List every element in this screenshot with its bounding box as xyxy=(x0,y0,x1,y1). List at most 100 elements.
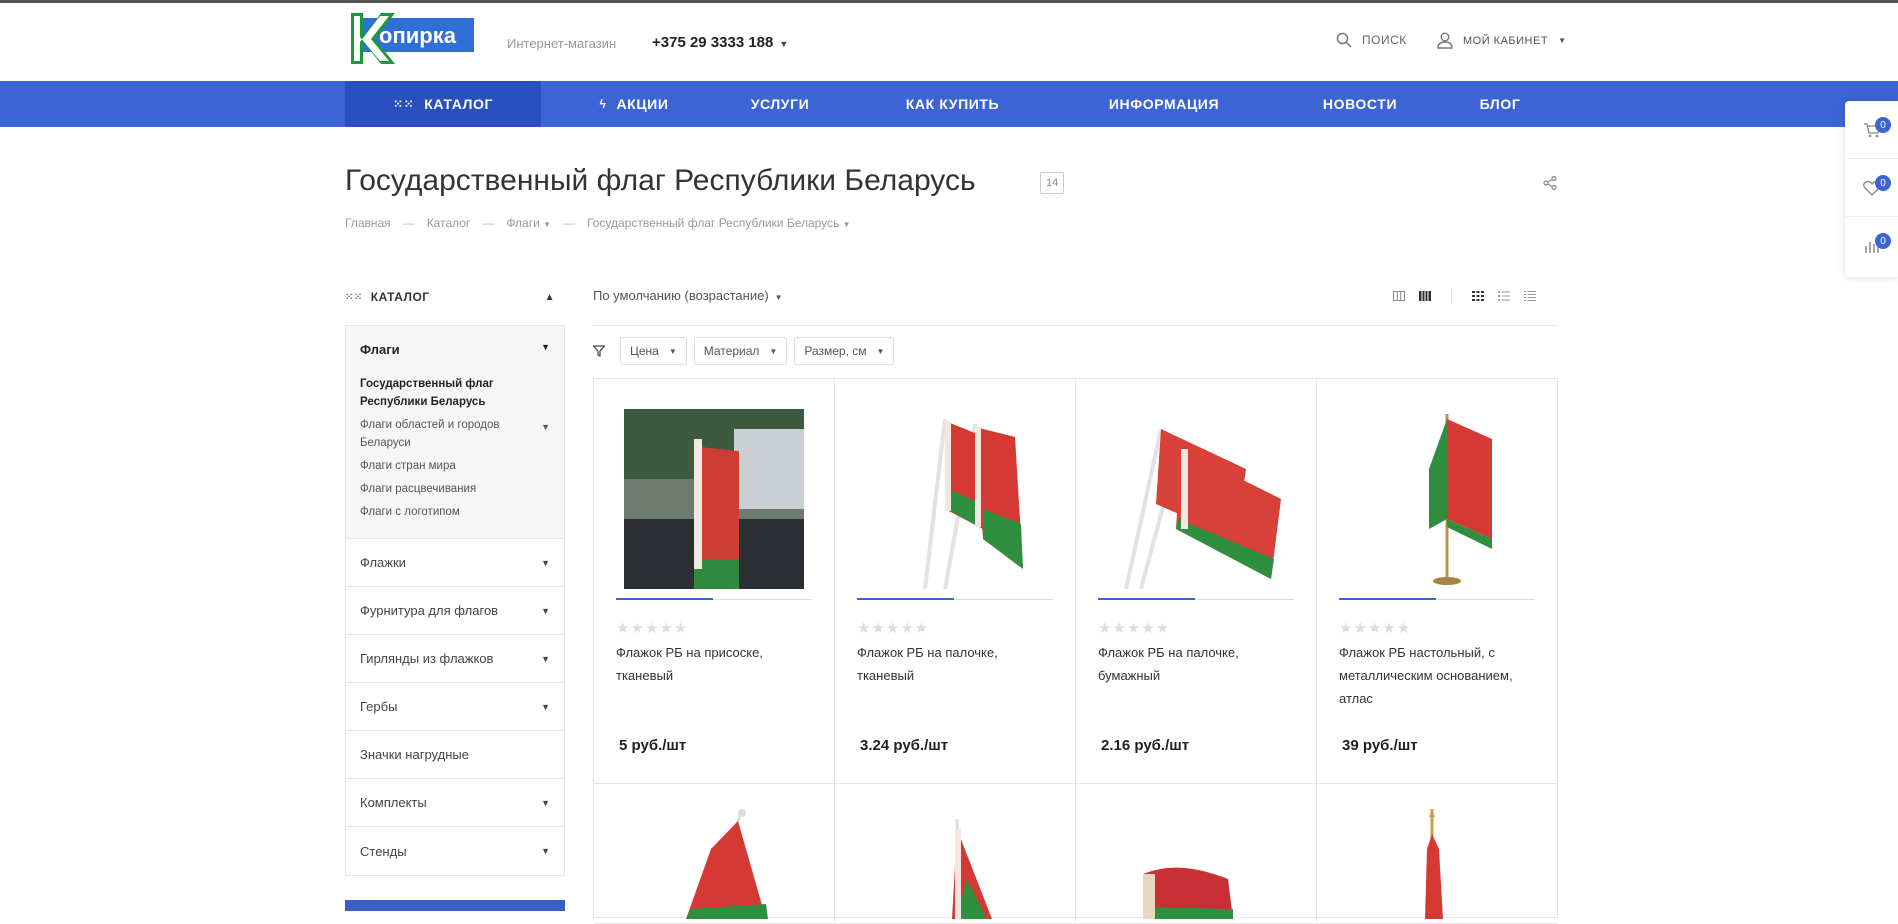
wishlist-button[interactable]: 0 xyxy=(1845,159,1898,217)
sidebar-item-garlands[interactable]: Гирлянды из флажков ▼ xyxy=(346,635,564,683)
submenu-logo-flags[interactable]: Флаги с логотипом xyxy=(360,503,550,521)
user-icon xyxy=(1437,32,1453,49)
logo[interactable]: опирка xyxy=(349,11,476,66)
submenu-state-flag[interactable]: Государственный флаг Республики Беларусь xyxy=(360,375,550,411)
my-cabinet-button[interactable]: МОЙ КАБИНЕТ ▼ xyxy=(1437,32,1566,49)
submenu-world-flags[interactable]: Флаги стран мира xyxy=(360,457,550,475)
cart-button[interactable]: 0 xyxy=(1845,101,1898,159)
image-slider-indicator xyxy=(1098,598,1294,600)
submenu-regions-flags[interactable]: Флаги областей и городов Беларуси ▼ xyxy=(360,416,550,452)
image-slider-indicator xyxy=(1339,598,1535,600)
breadcrumb: Главная — Каталог — Флаги ▼ — Государств… xyxy=(345,216,851,230)
nav-label: КАК КУПИТЬ xyxy=(905,96,1000,112)
sidebar-item-flazhki[interactable]: Флажки ▼ xyxy=(346,539,564,587)
filter-size[interactable]: Размер, см ▼ xyxy=(794,337,895,365)
view-3col-icon[interactable] xyxy=(1393,291,1405,301)
product-card[interactable] xyxy=(1317,784,1558,924)
sidebar-item-kits[interactable]: Комплекты ▼ xyxy=(346,779,564,827)
product-image xyxy=(686,809,768,919)
page-title: Государственный флаг Республики Беларусь xyxy=(345,164,976,197)
product-image[interactable] xyxy=(1339,409,1535,589)
breadcrumb-home[interactable]: Главная xyxy=(345,216,391,230)
product-card[interactable]: ★★★★★ Флажок РБ настольный, с металличес… xyxy=(1317,379,1558,784)
caret-down-icon: ▼ xyxy=(842,220,851,229)
breadcrumb-separator: — xyxy=(402,216,415,230)
view-switcher xyxy=(1393,289,1536,303)
product-card[interactable] xyxy=(594,784,835,924)
sidebar-banner[interactable] xyxy=(345,900,565,911)
product-grid: ★★★★★ Флажок РБ на присоске, тканевый 5 … xyxy=(593,378,1558,924)
sort-dropdown[interactable]: По умолчанию (возрастание) ▼ xyxy=(593,288,783,303)
sidebar-item-stands[interactable]: Стенды ▼ xyxy=(346,827,564,875)
nav-promotions[interactable]: ϟ АКЦИИ xyxy=(560,81,708,127)
submenu-label: Флаги областей и городов Беларуси xyxy=(360,419,500,449)
phone-number[interactable]: +375 29 3333 188 ▼ xyxy=(652,34,788,51)
sidebar-item-badges[interactable]: Значки нагрудные xyxy=(346,731,564,779)
filter-material[interactable]: Материал ▼ xyxy=(693,337,788,365)
sidebar-menu: Флаги ▼ Государственный флаг Республики Б… xyxy=(345,325,565,876)
grid-icon: ⁙⁙ xyxy=(392,97,415,111)
caret-down-icon: ▼ xyxy=(541,846,550,856)
grid-view-icon[interactable] xyxy=(1472,291,1484,301)
caret-down-icon: ▼ xyxy=(779,39,789,49)
table-view-icon[interactable] xyxy=(1524,291,1536,301)
share-button[interactable] xyxy=(1543,175,1557,195)
sidebar-flags-label: Флаги xyxy=(360,342,400,357)
nav-blog[interactable]: БЛОГ xyxy=(1440,81,1560,127)
product-name[interactable]: Флажок РБ на палочке, бумажный xyxy=(1098,641,1298,687)
product-card[interactable]: ★★★★★ Флажок РБ на палочке, тканевый 3.2… xyxy=(835,379,1076,784)
submenu-signal-flags[interactable]: Флаги расцвечивания xyxy=(360,480,550,498)
search-button[interactable]: ПОИСК xyxy=(1336,32,1407,48)
product-count-badge: 14 xyxy=(1040,172,1065,194)
product-image xyxy=(1143,867,1233,919)
nav-catalog[interactable]: ⁙⁙ КАТАЛОГ xyxy=(345,81,541,127)
slider-active xyxy=(857,598,954,600)
breadcrumb-current[interactable]: Государственный флаг Республики Беларусь… xyxy=(587,216,851,230)
search-icon xyxy=(1336,32,1352,48)
sort-label: По умолчанию (возрастание) xyxy=(593,288,769,303)
caret-down-icon: ▼ xyxy=(541,342,550,352)
nav-how-to-buy[interactable]: КАК КУПИТЬ xyxy=(880,81,1025,127)
sidebar-catalog-header[interactable]: ⁙⁙ КАТАЛОГ ▲ xyxy=(345,290,565,304)
flag-suction-photo xyxy=(624,409,804,589)
product-name[interactable]: Флажок РБ на палочке, тканевый xyxy=(857,641,1057,687)
product-card[interactable] xyxy=(1076,784,1317,924)
caret-down-icon: ▼ xyxy=(541,605,550,616)
breadcrumb-catalog[interactable]: Каталог xyxy=(427,216,471,230)
caret-down-icon: ▼ xyxy=(543,220,552,229)
divider xyxy=(593,325,1558,326)
sidebar-heading: КАТАЛОГ xyxy=(370,290,430,304)
sidebar-item-coats-of-arms[interactable]: Гербы ▼ xyxy=(346,683,564,731)
product-name[interactable]: Флажок РБ настольный, с металлическим ос… xyxy=(1339,641,1539,710)
nav-news[interactable]: НОВОСТИ xyxy=(1300,81,1420,127)
list-view-icon[interactable] xyxy=(1498,291,1510,301)
sidebar-flags-title[interactable]: Флаги ▼ xyxy=(360,342,550,357)
caret-down-icon: ▼ xyxy=(668,346,677,356)
sidebar-item-flags: Флаги ▼ Государственный флаг Республики Б… xyxy=(346,326,564,539)
floating-panel: 0 0 0 xyxy=(1845,101,1898,277)
product-image[interactable] xyxy=(857,409,1053,589)
caret-down-icon: ▼ xyxy=(541,653,550,664)
filter-icon[interactable] xyxy=(593,345,605,357)
product-card[interactable]: ★★★★★ Флажок РБ на палочке, бумажный 2.1… xyxy=(1076,379,1317,784)
product-card[interactable]: ★★★★★ Флажок РБ на присоске, тканевый 5 … xyxy=(594,379,835,784)
share-icon xyxy=(1543,175,1557,191)
product-image[interactable] xyxy=(1098,409,1294,589)
nav-services[interactable]: УСЛУГИ xyxy=(720,81,840,127)
sidebar-item-label: Гирлянды из флажков xyxy=(360,651,494,666)
submenu-label: Флаги расцвечивания xyxy=(360,483,477,495)
product-card[interactable] xyxy=(835,784,1076,924)
product-name[interactable]: Флажок РБ на присоске, тканевый xyxy=(616,641,816,687)
slider-active xyxy=(1339,598,1436,600)
compare-button[interactable]: 0 xyxy=(1845,217,1898,275)
product-price: 2.16 руб./шт xyxy=(1101,737,1190,754)
filter-bar: Цена ▼ Материал ▼ Размер, см ▼ xyxy=(593,337,895,365)
filter-label: Материал xyxy=(703,344,760,358)
sidebar-item-hardware[interactable]: Фурнитура для флагов ▼ xyxy=(346,587,564,635)
filter-price[interactable]: Цена ▼ xyxy=(620,337,687,365)
breadcrumb-flags[interactable]: Флаги ▼ xyxy=(506,216,551,230)
view-4col-icon[interactable] xyxy=(1419,291,1431,301)
flag-stick-paper-photo xyxy=(1124,428,1281,589)
product-image[interactable] xyxy=(616,409,812,589)
nav-information[interactable]: ИНФОРМАЦИЯ xyxy=(1080,81,1248,127)
